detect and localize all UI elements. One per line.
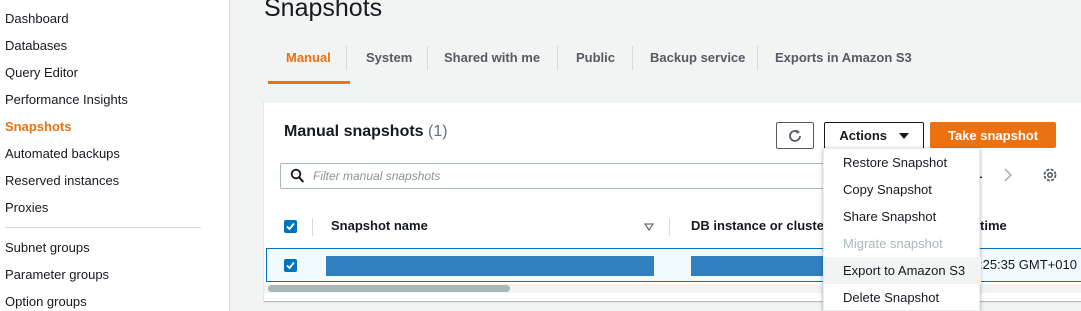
check-icon: [286, 222, 295, 231]
menu-item-migrate-snapshot: Migrate snapshot: [843, 236, 943, 251]
tab-separator: [757, 46, 758, 70]
sidebar-item-option-groups[interactable]: Option groups: [5, 294, 87, 309]
sidebar-item-dashboard[interactable]: Dashboard: [5, 11, 69, 26]
search-icon: [290, 168, 304, 183]
redacted-db-instance: [691, 256, 825, 276]
menu-item-share-snapshot[interactable]: Share Snapshot: [824, 203, 981, 230]
active-tab-indicator: [268, 81, 350, 84]
sidebar-item-proxies[interactable]: Proxies: [5, 200, 48, 215]
redacted-snapshot-name: [326, 256, 654, 276]
menu-item-delete-snapshot[interactable]: Delete Snapshot: [824, 284, 981, 311]
sidebar-item-snapshots[interactable]: Snapshots: [5, 119, 71, 134]
sort-down-icon[interactable]: [644, 223, 654, 231]
page-title: Snapshots: [264, 0, 383, 22]
sidebar-item-databases[interactable]: Databases: [5, 38, 67, 53]
tab-manual[interactable]: Manual: [268, 38, 350, 84]
select-all-checkbox[interactable]: [284, 220, 297, 233]
filter-box: [280, 163, 840, 189]
take-snapshot-button[interactable]: Take snapshot: [930, 122, 1056, 148]
sidebar-divider: [5, 227, 201, 228]
filter-input[interactable]: [313, 167, 813, 185]
column-separator: [669, 218, 670, 236]
refresh-button[interactable]: [776, 122, 814, 149]
tab-separator: [346, 46, 347, 70]
check-icon: [286, 261, 295, 270]
snapshot-time: :25:35 GMT+010: [979, 257, 1077, 272]
panel-title-text: Manual snapshots: [284, 123, 424, 140]
tab-separator: [632, 46, 633, 70]
sidebar-item-subnet-groups[interactable]: Subnet groups: [5, 240, 90, 255]
actions-button-label: Actions: [839, 128, 888, 143]
snapshot-count: (1): [428, 123, 448, 140]
actions-dropdown-menu: Restore Snapshot Copy Snapshot Share Sna…: [823, 148, 981, 311]
menu-item-restore-snapshot[interactable]: Restore Snapshot: [824, 149, 981, 176]
tab-exports-in-amazon-s3[interactable]: Exports in Amazon S3: [775, 38, 912, 84]
tab-bar: Manual System Shared with me Public Back…: [264, 38, 1064, 86]
tab-label: Manual: [286, 50, 331, 65]
menu-item-export-to-amazon-s3[interactable]: Export to Amazon S3: [824, 257, 981, 284]
chevron-right-icon[interactable]: [1001, 165, 1015, 185]
tab-backup-service[interactable]: Backup service: [650, 38, 745, 84]
sidebar-item-automated-backups[interactable]: Automated backups: [5, 146, 120, 161]
sidebar-item-query-editor[interactable]: Query Editor: [5, 65, 78, 80]
panel-title: Manual snapshots (1): [284, 123, 448, 141]
horizontal-scrollbar[interactable]: [268, 285, 510, 292]
column-header-snapshot-name[interactable]: Snapshot name: [331, 218, 428, 233]
tab-shared-with-me[interactable]: Shared with me: [444, 38, 540, 84]
gear-icon[interactable]: [1041, 166, 1059, 184]
sidebar-item-parameter-groups[interactable]: Parameter groups: [5, 267, 109, 282]
tab-public[interactable]: Public: [576, 38, 615, 84]
sidebar: Dashboard Databases Query Editor Perform…: [0, 0, 230, 311]
refresh-icon: [789, 129, 801, 142]
column-header-db-instance[interactable]: DB instance or cluster: [691, 218, 829, 233]
tab-separator: [427, 46, 428, 70]
column-header-time[interactable]: time: [980, 218, 1007, 233]
column-separator: [312, 218, 313, 236]
sidebar-item-performance-insights[interactable]: Performance Insights: [5, 92, 128, 107]
menu-item-copy-snapshot[interactable]: Copy Snapshot: [824, 176, 981, 203]
sidebar-item-reserved-instances[interactable]: Reserved instances: [5, 173, 119, 188]
actions-button[interactable]: Actions: [824, 122, 924, 149]
caret-down-icon: [898, 133, 909, 139]
row-checkbox[interactable]: [284, 259, 297, 272]
tab-separator: [557, 46, 558, 70]
tab-system[interactable]: System: [366, 38, 412, 84]
